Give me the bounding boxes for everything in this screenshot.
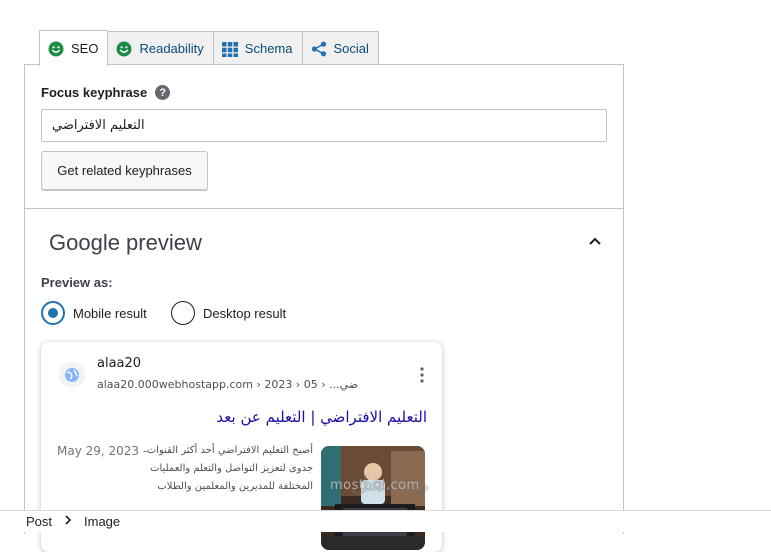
watermark-text: mostaql.com <box>330 478 420 493</box>
chevron-up-icon[interactable] <box>587 233 603 249</box>
focus-keyphrase-label: Focus keyphrase ? <box>41 85 171 100</box>
tab-seo-label: SEO <box>71 41 99 56</box>
metabox-tabs: SEO Readability Schema Social <box>39 30 379 66</box>
serp-date: May 29, 2023 - <box>57 444 148 458</box>
focus-keyphrase-label-text: Focus keyphrase <box>41 85 148 100</box>
desktop-result-label: Desktop result <box>203 305 287 321</box>
share-icon <box>311 41 327 57</box>
breadcrumb-post[interactable]: Post <box>26 514 52 529</box>
serp-url: alaa20.000webhostapp.com › 2023 › 05 › .… <box>97 378 359 391</box>
tab-readability-label: Readability <box>139 41 204 56</box>
mobile-result-radio[interactable] <box>41 301 65 325</box>
focus-keyphrase-input[interactable]: التعليم الافتراضي <box>41 109 607 142</box>
seo-panel: Focus keyphrase ? التعليم الافتراضي Get … <box>24 64 624 552</box>
serp-thumbnail <box>321 446 425 550</box>
serp-description: أصبح التعليم الافتراضي أحد أكثر القنوات … <box>146 445 313 492</box>
smiley-icon <box>48 41 64 57</box>
breadcrumb: Post Image <box>0 510 771 532</box>
section-divider <box>25 208 623 209</box>
desktop-result-radio[interactable] <box>171 301 195 325</box>
breadcrumb-image[interactable]: Image <box>84 514 120 529</box>
mobile-result-label: Mobile result <box>73 305 147 321</box>
tab-social[interactable]: Social <box>301 31 379 65</box>
serp-title[interactable]: التعليم الافتراضي | التعليم عن بعد <box>55 408 427 426</box>
more-vertical-icon[interactable] <box>419 366 425 384</box>
smiley-icon <box>116 41 132 57</box>
mobile-result-option[interactable]: Mobile result <box>41 301 147 325</box>
google-preview-title: Google preview <box>49 230 202 255</box>
tab-schema[interactable]: Schema <box>212 31 303 65</box>
serp-site-name: alaa20 <box>97 356 142 371</box>
globe-icon <box>59 362 85 388</box>
get-related-keyphrases-button[interactable]: Get related keyphrases <box>41 151 208 190</box>
grid-icon <box>221 41 238 57</box>
desktop-result-option[interactable]: Desktop result <box>171 301 286 325</box>
tab-social-label: Social <box>333 41 369 56</box>
preview-as-label: Preview as: <box>41 275 113 290</box>
chevron-right-icon <box>64 515 72 528</box>
tab-seo[interactable]: SEO <box>39 30 109 66</box>
help-icon[interactable]: ? <box>155 85 171 100</box>
tab-readability[interactable]: Readability <box>107 31 214 65</box>
tab-schema-label: Schema <box>244 41 293 56</box>
